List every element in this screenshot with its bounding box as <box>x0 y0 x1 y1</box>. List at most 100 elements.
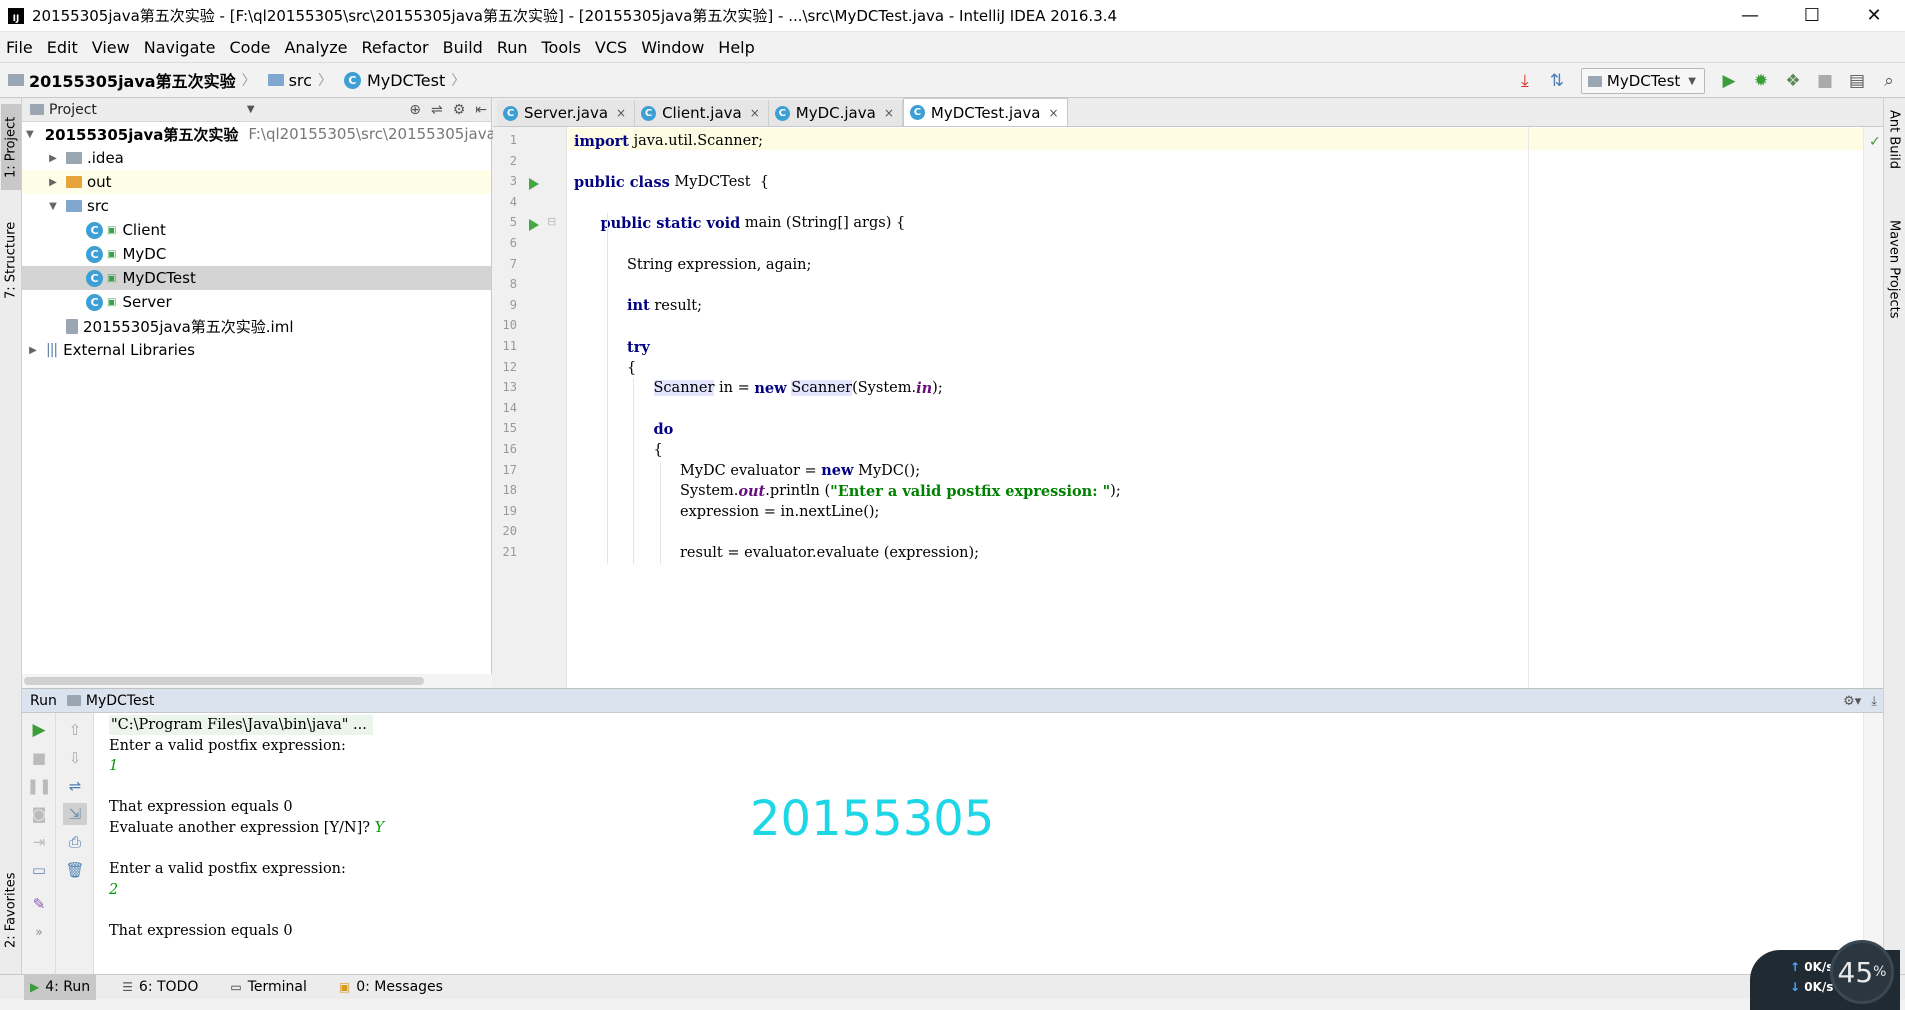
menu-analyze[interactable]: Analyze <box>284 38 347 57</box>
tree-row[interactable]: 20155305java第五次实验.iml <box>22 314 491 338</box>
clear-all-icon[interactable]: 🗑 <box>63 859 87 881</box>
editor-scrollbar[interactable]: ✓ <box>1863 127 1883 688</box>
run-config-dropdown[interactable]: MyDCTest ▼ <box>1580 68 1705 94</box>
code-line: { <box>653 442 663 458</box>
tree-item-label: Server <box>122 293 172 311</box>
exit-icon[interactable]: ⇥ <box>27 831 51 853</box>
print-icon[interactable]: ⎙ <box>63 831 87 853</box>
pause-icon[interactable]: ❚❚ <box>26 775 51 797</box>
editor-tab[interactable]: C Server.java × <box>497 100 636 126</box>
close-window-button[interactable]: ✕ <box>1843 0 1905 32</box>
debug-icon[interactable]: ✹ <box>1747 67 1775 95</box>
menu-navigate[interactable]: Navigate <box>144 38 216 57</box>
breadcrumb-src[interactable]: src 〉 <box>267 70 338 90</box>
close-tab-icon[interactable]: × <box>750 106 760 120</box>
bottom-tab[interactable]: ☰ 6: TODO <box>116 975 204 1000</box>
rerun-icon[interactable]: ▶ <box>27 719 51 741</box>
menu-code[interactable]: Code <box>230 38 271 57</box>
close-tab-icon[interactable]: × <box>1048 106 1058 120</box>
editor-tab[interactable]: C MyDC.java × <box>768 100 903 126</box>
tab-structure[interactable]: 7: Structure <box>1 210 21 310</box>
build-download-icon[interactable]: ⤓ <box>1511 67 1539 95</box>
chevron-down-icon[interactable]: ▼ <box>247 104 255 115</box>
bottom-tab-label: 4: Run <box>45 979 91 995</box>
sort-icon[interactable]: ⇅ <box>1543 67 1571 95</box>
tree-row[interactable]: ▼ 20155305java第五次实验 F:\ql20155305\src\2015… <box>22 122 496 146</box>
down-arrow-icon[interactable]: ⇩ <box>63 747 87 769</box>
menu-tools[interactable]: Tools <box>542 38 581 57</box>
tree-row[interactable]: C ▣ MyDCTest <box>22 266 491 290</box>
menu-window[interactable]: Window <box>641 38 704 57</box>
tree-row[interactable]: C ▣ Server <box>22 290 491 314</box>
bottom-tab[interactable]: ▣ 0: Messages <box>333 975 449 1000</box>
scroll-to-end-icon[interactable]: ⇲ <box>63 803 87 825</box>
stop-icon[interactable]: ■ <box>1811 67 1839 95</box>
hide-icon[interactable]: ⇤ <box>475 102 487 118</box>
close-tab-icon[interactable]: × <box>884 106 894 120</box>
editor-tab[interactable]: C Client.java × <box>635 100 769 126</box>
bottom-tab[interactable]: ▶ 4: Run <box>24 974 97 1000</box>
menu-vcs[interactable]: VCS <box>595 38 627 57</box>
breadcrumb-project[interactable]: 20155305java第五次实验 〉 <box>8 68 262 92</box>
soft-wrap-icon[interactable]: ⇌ <box>63 775 87 797</box>
run-gutter-icon[interactable] <box>529 178 539 191</box>
expanded-arrow-icon[interactable]: ▼ <box>26 129 34 140</box>
collapsed-arrow-icon[interactable]: ▶ <box>26 345 40 356</box>
search-icon[interactable]: ⌕ <box>1875 67 1903 95</box>
gear-icon[interactable]: ⚙▾ <box>1843 694 1861 709</box>
bottom-tab[interactable]: ▭ Terminal <box>224 975 313 1000</box>
fold-icon[interactable]: ⊟ <box>547 215 556 228</box>
run-gutter-icon[interactable] <box>529 219 539 232</box>
dump-threads-icon[interactable]: ◙ <box>27 803 51 825</box>
scrollbar-thumb[interactable] <box>24 677 424 685</box>
menu-file[interactable]: File <box>6 38 33 57</box>
project-hscrollbar[interactable] <box>22 674 492 688</box>
collapsed-arrow-icon[interactable]: ▶ <box>46 153 60 164</box>
hide-panel-icon[interactable]: ⤓ <box>1871 694 1877 709</box>
editor-tab[interactable]: C MyDCTest.java × <box>902 98 1068 126</box>
maximize-button[interactable]: ☐ <box>1781 0 1843 32</box>
minimize-button[interactable]: — <box>1719 0 1781 32</box>
indent-guide <box>606 213 608 564</box>
layout-icon[interactable]: ▭ <box>27 859 51 881</box>
project-panel-title[interactable]: Project <box>49 102 97 118</box>
tree-row[interactable]: ▶ ||| External Libraries <box>22 338 491 362</box>
tree-row[interactable]: C ▣ Client <box>22 218 491 242</box>
line-number: 3 <box>509 174 517 189</box>
project-structure-icon[interactable]: ▤ <box>1843 67 1871 95</box>
tree-row[interactable]: ▶ out <box>22 170 491 194</box>
menu-refactor[interactable]: Refactor <box>362 38 429 57</box>
up-arrow-icon[interactable]: ⇧ <box>63 719 87 741</box>
tab-ant-build[interactable]: Ant Build <box>1884 110 1904 210</box>
collapse-icon[interactable]: ⇌ <box>431 102 443 118</box>
code-area[interactable]: import java.util.Scanner; public class My… <box>568 127 1863 688</box>
class-icon: C <box>86 245 103 263</box>
expanded-arrow-icon[interactable]: ▼ <box>46 201 60 212</box>
cpu-percent[interactable]: 45% <box>1830 940 1894 1004</box>
tree-row[interactable]: ▼ src <box>22 194 491 218</box>
tree-row[interactable]: ▶ .idea <box>22 146 491 170</box>
menu-help[interactable]: Help <box>718 38 754 57</box>
collapsed-arrow-icon[interactable]: ▶ <box>46 177 60 188</box>
tab-project[interactable]: 1: Project <box>1 104 21 190</box>
menu-build[interactable]: Build <box>443 38 483 57</box>
run-panel-config[interactable]: MyDCTest <box>86 693 155 709</box>
line-number: 12 <box>502 359 517 374</box>
locate-icon[interactable]: ⊕ <box>409 102 421 118</box>
menu-edit[interactable]: Edit <box>47 38 78 57</box>
tab-favorites[interactable]: 2: Favorites <box>1 860 21 960</box>
close-tab-icon[interactable]: × <box>616 106 626 120</box>
tree-row[interactable]: C ▣ MyDC <box>22 242 491 266</box>
gear-icon[interactable]: ⚙ <box>453 102 466 118</box>
run-icon[interactable]: ▶ <box>1715 67 1743 95</box>
console-scrollbar[interactable] <box>1863 713 1883 975</box>
more-icon[interactable]: » <box>27 921 51 943</box>
menu-view[interactable]: View <box>92 38 130 57</box>
tab-maven-projects[interactable]: Maven Projects <box>1884 220 1904 350</box>
messages-icon: ▣ <box>338 980 351 994</box>
stop-icon[interactable]: ■ <box>27 747 51 769</box>
pin-icon[interactable]: ✎ <box>27 893 51 915</box>
menu-run[interactable]: Run <box>497 38 528 57</box>
coverage-icon[interactable]: ❖ <box>1779 67 1807 95</box>
breadcrumb-file[interactable]: C MyDCTest 〉 <box>343 70 471 90</box>
